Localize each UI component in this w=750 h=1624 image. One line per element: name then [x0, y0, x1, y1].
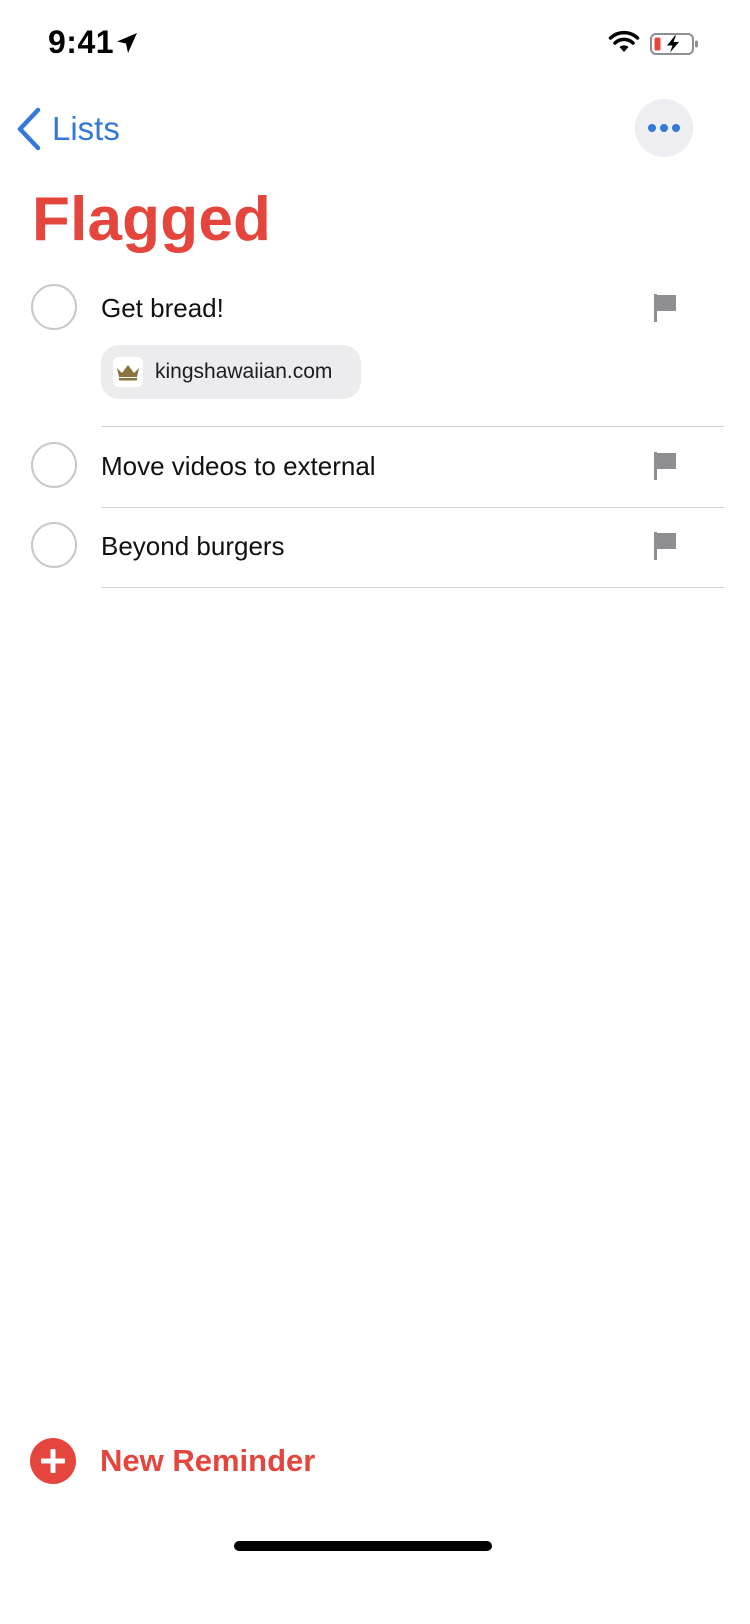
page-title: Flagged	[32, 185, 272, 254]
new-reminder-label: New Reminder	[100, 1443, 316, 1478]
row-separator	[101, 587, 724, 588]
completion-checkbox[interactable]	[31, 522, 77, 568]
chevron-left-icon	[17, 107, 41, 151]
link-label: kingshawaiian.com	[155, 360, 333, 383]
new-reminder-button[interactable]: New Reminder	[30, 1437, 315, 1485]
home-indicator[interactable]	[234, 1541, 492, 1551]
reminder-item: Beyond burgers	[0, 522, 750, 588]
status-bar: 9:41	[0, 0, 750, 90]
plus-circle-icon	[30, 1438, 76, 1484]
flag-icon	[654, 532, 676, 560]
flag-icon	[654, 294, 676, 322]
battery-charging-icon	[650, 33, 698, 55]
completion-checkbox[interactable]	[31, 442, 77, 488]
more-options-button[interactable]	[635, 99, 693, 157]
reminder-item: Move videos to external	[0, 442, 750, 508]
row-separator	[101, 426, 724, 427]
reminder-title[interactable]: Beyond burgers	[101, 531, 285, 562]
reminder-title[interactable]: Move videos to external	[101, 451, 376, 482]
ellipsis-icon	[648, 124, 680, 132]
location-arrow-icon	[117, 33, 137, 53]
crown-favicon-icon	[113, 357, 143, 387]
reminder-title[interactable]: Get bread!	[101, 293, 224, 324]
link-chip[interactable]: kingshawaiian.com	[101, 345, 361, 399]
back-label: Lists	[52, 110, 120, 147]
completion-checkbox[interactable]	[31, 284, 77, 330]
back-button[interactable]: Lists	[16, 104, 120, 154]
wifi-icon	[608, 30, 640, 52]
flag-icon	[654, 452, 676, 480]
reminder-item: Get bread! kingshawaiian.com	[0, 284, 750, 427]
status-time: 9:41	[48, 24, 115, 60]
row-separator	[101, 507, 724, 508]
